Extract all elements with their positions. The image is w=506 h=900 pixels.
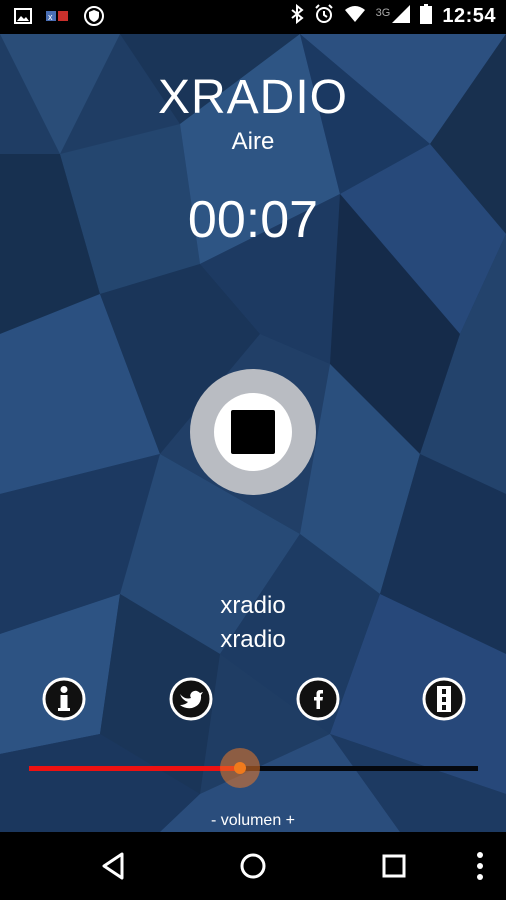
recents-icon	[382, 854, 406, 878]
shield-icon	[84, 6, 104, 31]
bluetooth-icon	[290, 3, 304, 29]
home-button[interactable]	[235, 848, 271, 884]
recents-button[interactable]	[376, 848, 412, 884]
track-artist: xradio	[220, 626, 286, 653]
overflow-menu-button[interactable]	[462, 848, 498, 884]
volume-thumb[interactable]	[220, 748, 261, 788]
back-button[interactable]	[96, 848, 132, 884]
bbm-icon: x	[46, 8, 70, 29]
stop-button[interactable]	[190, 369, 316, 495]
back-icon	[102, 852, 124, 880]
volume-label: - volumen +	[210, 812, 296, 829]
volume-thumb-dot	[234, 762, 247, 774]
stop-button-inner	[214, 393, 292, 471]
battery-icon	[420, 4, 433, 29]
wifi-icon	[344, 5, 366, 28]
clock: 12:54	[442, 5, 496, 27]
volume-fill	[29, 766, 241, 771]
station-subtitle: Aire	[231, 128, 275, 155]
info-button[interactable]	[42, 677, 86, 721]
image-icon	[14, 8, 32, 29]
status-right-icons: 3G 12:54	[290, 3, 496, 29]
more-button[interactable]	[422, 677, 466, 721]
facebook-button[interactable]	[296, 677, 340, 721]
twitter-button[interactable]	[169, 677, 213, 721]
network-type: 3G	[375, 6, 391, 19]
navigation-bar	[0, 832, 506, 900]
overflow-menu-icon	[477, 852, 483, 880]
track-title: xradio	[220, 592, 286, 619]
status-bar: x 3G 12:54	[0, 0, 506, 34]
facebook-icon	[296, 677, 340, 721]
svg-text:x: x	[48, 12, 53, 22]
station-title: XRADIO	[157, 71, 349, 124]
volume-slider[interactable]	[29, 748, 478, 788]
signal-icon	[392, 5, 411, 28]
stop-icon	[231, 410, 275, 454]
menu-icon	[422, 677, 466, 721]
status-left-icons: x	[14, 6, 104, 31]
home-icon	[240, 853, 266, 879]
alarm-icon	[314, 4, 334, 29]
info-icon	[42, 677, 86, 721]
twitter-icon	[169, 677, 213, 721]
elapsed-time: 00:07	[187, 191, 319, 249]
player-screen: XRADIO Aire 00:07 xradio xradio - volume…	[0, 34, 506, 832]
